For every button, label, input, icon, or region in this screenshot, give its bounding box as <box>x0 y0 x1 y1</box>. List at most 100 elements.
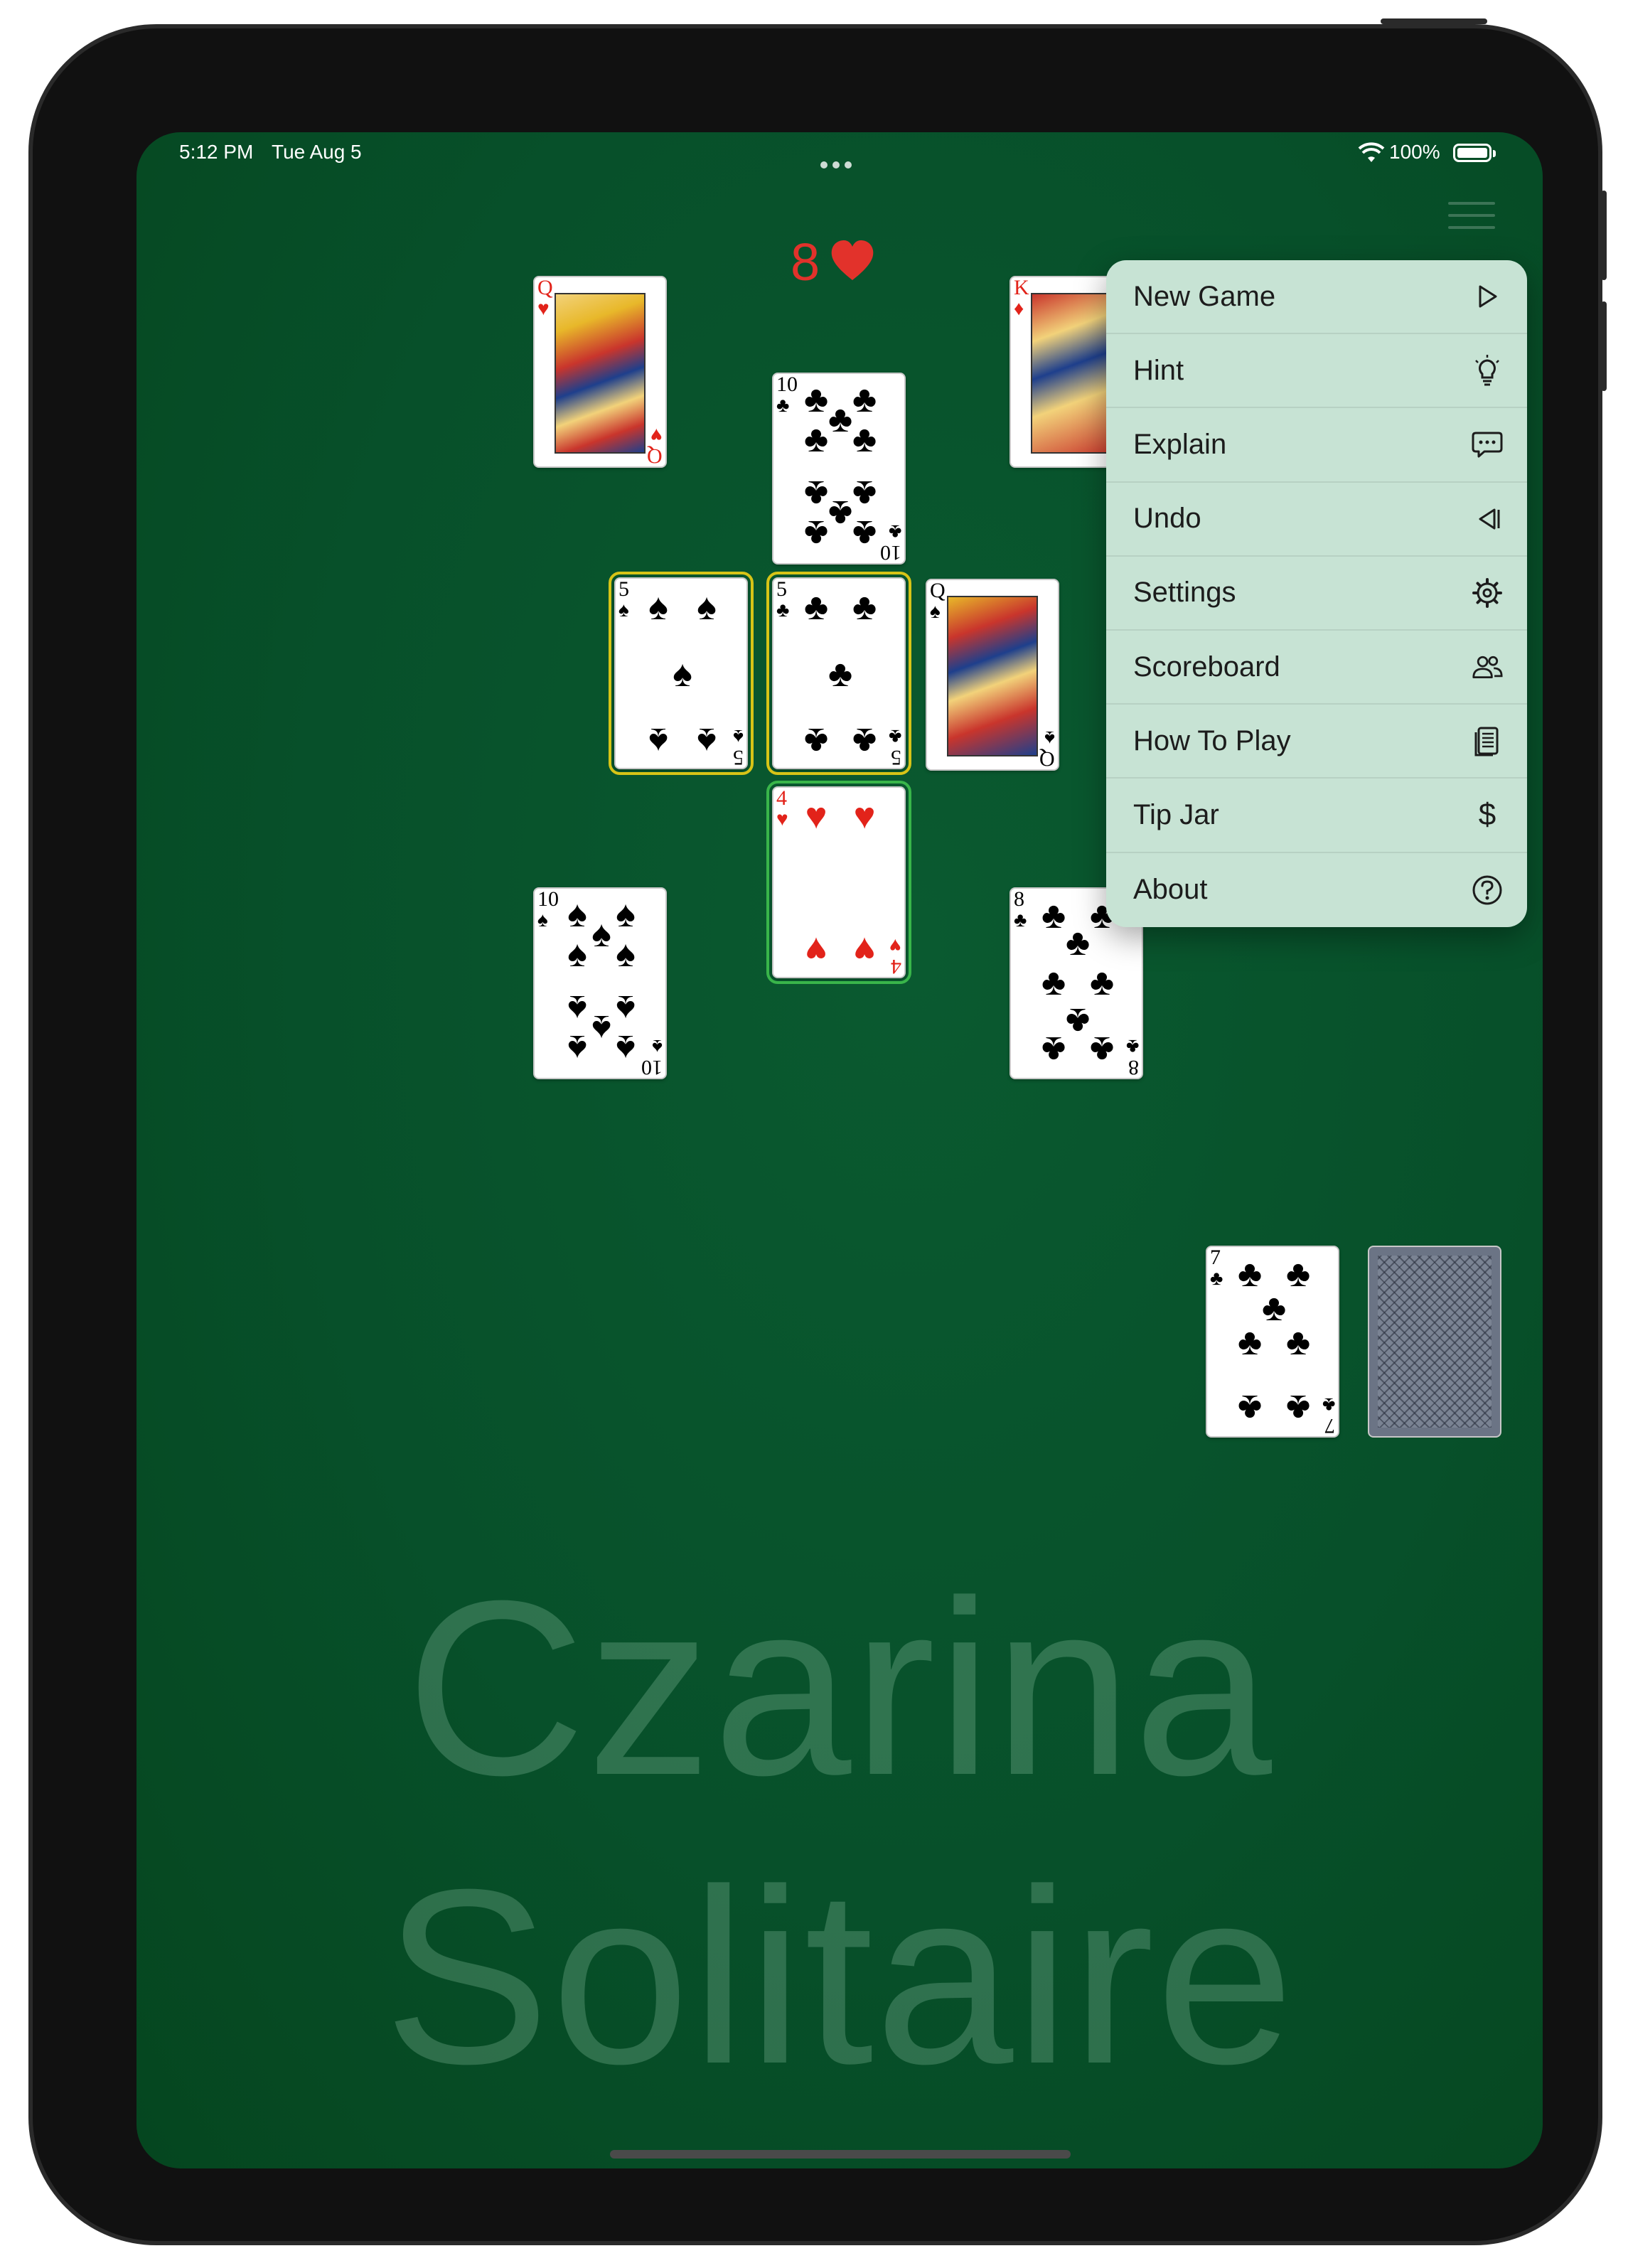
card-rank: Q <box>647 444 663 468</box>
gear-icon <box>1472 577 1503 609</box>
multitasking-dots-icon[interactable] <box>820 151 860 169</box>
card-pip: ♣ <box>803 587 829 628</box>
menu-item-tip-jar[interactable]: Tip Jar $ <box>1106 779 1527 853</box>
card-pip: ♣ <box>1285 1322 1311 1363</box>
question-icon <box>1472 874 1503 906</box>
menu-hamburger-icon[interactable] <box>1448 202 1495 243</box>
card-back-pattern <box>1378 1256 1492 1428</box>
volume-up-button <box>1601 191 1607 280</box>
people-icon <box>1472 651 1503 683</box>
card-rank: Q <box>1039 747 1055 771</box>
menu-item-settings[interactable]: Settings <box>1106 557 1527 631</box>
card-pip: ♠ <box>673 653 692 695</box>
card-suit-icon: ♥ <box>889 935 901 957</box>
card-queen-of-spades[interactable]: Q ♠ Q ♠ <box>926 579 1059 771</box>
card-five-of-spades[interactable]: 5 ♠ ♠ ♠ ♠ ♠ ♠ 5 ♠ <box>609 572 754 775</box>
menu-item-label: Settings <box>1133 577 1236 609</box>
menu-item-how-to-play[interactable]: How To Play <box>1106 705 1527 779</box>
card-pip: ♣ <box>803 720 829 761</box>
card-pip: ♣ <box>852 720 877 761</box>
heart-icon <box>831 240 874 280</box>
menu-item-hint[interactable]: Hint <box>1106 334 1527 409</box>
card-suit-icon: ♠ <box>652 1036 663 1058</box>
card-rank: 5 <box>891 746 901 769</box>
watermark-czarina: Czarina <box>405 1549 1274 1827</box>
home-indicator[interactable] <box>610 2150 1071 2159</box>
document-icon <box>1472 725 1503 756</box>
card-rank: 4 <box>776 786 787 810</box>
card-pip: ♠ <box>648 587 668 628</box>
game-menu: New Game Hint Explain Undo Settings Scor… <box>1106 260 1527 927</box>
status-time: 5:12 PM <box>179 141 254 163</box>
card-five-of-clubs[interactable]: 5 ♣ ♣ ♣ ♣ ♣ ♣ 5 ♣ <box>766 572 911 775</box>
card-pip: ♥ <box>805 796 828 837</box>
card-rank: Q <box>930 579 946 602</box>
card-suit-icon: ♠ <box>1044 727 1055 749</box>
card-pip: ♠ <box>567 1027 587 1069</box>
card-pip: ♠ <box>697 587 717 628</box>
card-pip: ♠ <box>616 934 636 975</box>
card-ten-of-clubs[interactable]: 10 ♣ ♣ ♣ ♣ ♣ ♣ ♣ ♣ ♣ ♣ ♣ 10 ♣ <box>772 373 906 565</box>
stock-pile-card-back[interactable] <box>1368 1246 1501 1438</box>
card-rank: 10 <box>537 887 559 911</box>
card-suit-icon: ♠ <box>733 726 744 748</box>
menu-item-explain[interactable]: Explain <box>1106 408 1527 483</box>
card-pip: ♠ <box>648 720 668 761</box>
status-date: Tue Aug 5 <box>272 141 362 163</box>
ipad-frame: 5:12 PM Tue Aug 5 100% 8 Q ♥ Q ♥ K ♦ 10 … <box>28 18 1607 2245</box>
card-pip: ♠ <box>697 720 717 761</box>
battery-icon <box>1453 144 1496 162</box>
card-rank: 7 <box>1324 1414 1335 1438</box>
card-pip: ♣ <box>1089 962 1115 1003</box>
card-queen-of-hearts[interactable]: Q ♥ Q ♥ <box>533 276 667 468</box>
card-pip: ♣ <box>1089 1029 1115 1070</box>
status-bar: 5:12 PM Tue Aug 5 100% <box>136 132 1543 173</box>
card-suit-icon: ♣ <box>776 599 790 621</box>
menu-item-label: How To Play <box>1133 724 1291 756</box>
menu-item-scoreboard[interactable]: Scoreboard <box>1106 631 1527 705</box>
card-suit-icon: ♦ <box>1014 297 1024 319</box>
card-suit-icon: ♣ <box>1210 1267 1223 1289</box>
card-suit-icon: ♣ <box>1125 1036 1139 1058</box>
speech-bubble-icon <box>1472 429 1503 460</box>
card-rank: 8 <box>1014 887 1024 911</box>
card-pip: ♣ <box>803 419 829 460</box>
card-suit-icon: ♠ <box>930 600 941 622</box>
card-rank: 4 <box>891 955 901 978</box>
menu-item-undo[interactable]: Undo <box>1106 483 1527 557</box>
menu-item-label: Undo <box>1133 503 1201 535</box>
card-suit-icon: ♠ <box>537 909 548 931</box>
battery-percentage: 100% <box>1389 141 1440 163</box>
card-rank: 10 <box>880 541 901 565</box>
menu-item-label: Hint <box>1133 354 1184 386</box>
card-pip: ♣ <box>852 419 877 460</box>
menu-item-about[interactable]: About <box>1106 853 1527 927</box>
dollar-icon: $ <box>1478 797 1496 833</box>
card-rank: 5 <box>776 577 787 601</box>
play-icon <box>1472 281 1503 312</box>
menu-item-label: New Game <box>1133 280 1276 312</box>
waste-card-seven-of-clubs[interactable]: 7 ♣ ♣ ♣ ♣ ♣ ♣ ♣ ♣ 7 ♣ <box>1206 1246 1339 1438</box>
card-suit-icon: ♣ <box>776 394 790 416</box>
card-pip: ♠ <box>616 1027 636 1069</box>
card-pip: ♣ <box>1041 962 1066 1003</box>
card-rank: 5 <box>733 746 744 769</box>
undo-icon <box>1472 503 1503 535</box>
watermark-solitaire: Solitaire <box>383 1838 1296 2116</box>
card-pip: ♣ <box>1041 1029 1066 1070</box>
card-rank: 10 <box>776 373 798 396</box>
card-ten-of-spades[interactable]: 10 ♠ ♠ ♠ ♠ ♠ ♠ ♠ ♠ ♠ ♠ ♠ 10 ♠ <box>533 887 667 1079</box>
top-button <box>1381 18 1487 24</box>
lightbulb-icon <box>1472 355 1503 386</box>
card-pip: ♥ <box>853 929 876 970</box>
queen-face-art <box>947 596 1038 756</box>
menu-item-new-game[interactable]: New Game <box>1106 260 1527 335</box>
game-screen: 5:12 PM Tue Aug 5 100% 8 Q ♥ Q ♥ K ♦ 10 … <box>136 132 1543 2168</box>
card-rank: 8 <box>1128 1056 1139 1079</box>
trump-value: 8 <box>791 232 820 291</box>
card-rank: 7 <box>1210 1246 1221 1269</box>
card-four-of-hearts[interactable]: 4 ♥ ♥ ♥ ♥ ♥ 4 ♥ <box>766 781 911 984</box>
card-suit-icon: ♥ <box>537 297 550 319</box>
card-rank: 10 <box>641 1056 663 1079</box>
card-suit-icon: ♣ <box>888 521 901 543</box>
